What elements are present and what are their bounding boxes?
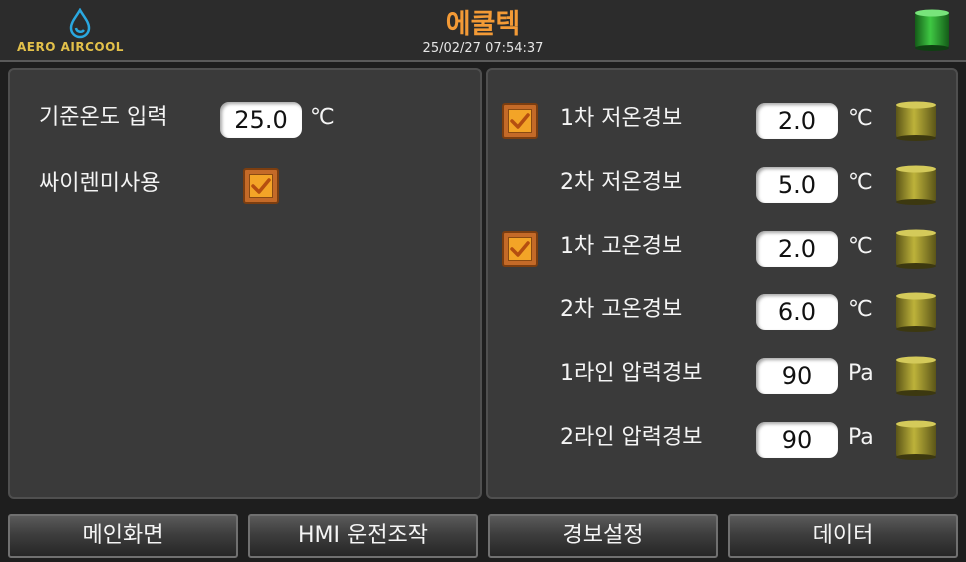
olive-lamp-icon — [896, 292, 936, 332]
alarm-1-high-temp-checkbox[interactable] — [502, 231, 538, 267]
alarm-2-high-temp-input[interactable]: 6.0 — [756, 294, 838, 330]
alarm-line1-pressure-unit: Pa — [848, 361, 874, 386]
nav-main-screen-button[interactable]: 메인화면 — [8, 514, 238, 558]
alarm-line1-pressure-input[interactable]: 90 — [756, 358, 838, 394]
olive-lamp-icon — [896, 356, 936, 396]
alarm-1-high-temp-label: 1차 고온경보 — [560, 234, 683, 259]
green-lamp-icon — [915, 9, 949, 51]
check-icon — [510, 241, 530, 257]
alarm-2-high-temp-label: 2차 고온경보 — [560, 297, 683, 322]
alarm-1-low-temp-checkbox[interactable] — [502, 103, 538, 139]
alarm-line2-pressure-unit: Pa — [848, 425, 874, 450]
olive-lamp-icon — [896, 229, 936, 269]
settings-panel: 기준온도 입력 25.0 ℃ 싸이렌미사용 — [8, 68, 482, 499]
setpoint-input[interactable]: 25.0 — [220, 102, 302, 138]
alarm-line1-pressure-label: 1라인 압력경보 — [560, 361, 703, 386]
setpoint-unit: ℃ — [310, 105, 335, 130]
alarm-1-low-temp-label: 1차 저온경보 — [560, 106, 683, 131]
check-icon — [251, 178, 271, 194]
olive-lamp-icon — [896, 165, 936, 205]
page-title: 에쿨텍 — [445, 9, 521, 40]
nav-hmi-operation-button[interactable]: HMI 운전조작 — [248, 514, 478, 558]
alarm-1-low-temp-input[interactable]: 2.0 — [756, 103, 838, 139]
check-icon — [510, 113, 530, 129]
setpoint-label: 기준온도 입력 — [39, 105, 168, 130]
alarm-1-low-temp-unit: ℃ — [848, 106, 873, 131]
siren-disable-label: 싸이렌미사용 — [39, 171, 161, 196]
alarm-2-high-temp-unit: ℃ — [848, 297, 873, 322]
alarm-2-low-temp-label: 2차 저온경보 — [560, 170, 683, 195]
datetime-display: 25/02/27 07:54:37 — [422, 41, 544, 56]
alarm-settings-panel: 1차 저온경보 2.0 ℃ 2차 저온경보 5.0 ℃ 1차 고온경보 2.0 … — [486, 68, 958, 499]
alarm-1-high-temp-input[interactable]: 2.0 — [756, 231, 838, 267]
olive-lamp-icon — [896, 101, 936, 141]
alarm-2-low-temp-input[interactable]: 5.0 — [756, 167, 838, 203]
olive-lamp-icon — [896, 420, 936, 460]
nav-alarm-settings-button[interactable]: 경보설정 — [488, 514, 718, 558]
alarm-line2-pressure-input[interactable]: 90 — [756, 422, 838, 458]
siren-disable-checkbox[interactable] — [243, 168, 279, 204]
header-bar: AERO AIRCOOL 에쿨텍 25/02/27 07:54:37 — [0, 0, 966, 62]
alarm-2-low-temp-unit: ℃ — [848, 170, 873, 195]
alarm-1-high-temp-unit: ℃ — [848, 234, 873, 259]
nav-data-button[interactable]: 데이터 — [728, 514, 958, 558]
alarm-line2-pressure-label: 2라인 압력경보 — [560, 425, 703, 450]
